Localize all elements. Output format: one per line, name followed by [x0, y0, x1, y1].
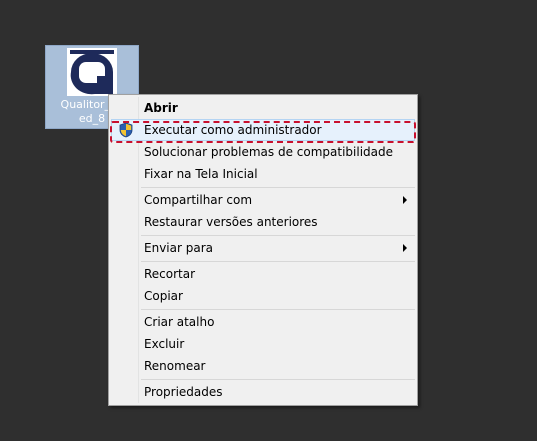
desktop: Qualitor_Ac ed_8 Abrir Executar como adm…	[0, 0, 537, 441]
menu-item-label: Propriedades	[144, 385, 223, 399]
qualitor-logo-icon	[67, 48, 117, 96]
menu-item-label: Criar atalho	[144, 315, 215, 329]
menu-separator	[141, 187, 415, 188]
menu-item-restaurar-versoes[interactable]: Restaurar versões anteriores	[111, 211, 415, 233]
menu-item-label: Fixar na Tela Inicial	[144, 167, 258, 181]
uac-shield-icon	[118, 122, 134, 138]
menu-item-abrir[interactable]: Abrir	[111, 97, 415, 119]
menu-item-label: Solucionar problemas de compatibilidade	[144, 145, 393, 159]
menu-separator	[141, 235, 415, 236]
submenu-arrow-icon	[403, 244, 407, 252]
menu-item-copiar[interactable]: Copiar	[111, 285, 415, 307]
menu-item-label: Renomear	[144, 359, 206, 373]
menu-item-executar-como-administrador[interactable]: Executar como administrador	[111, 119, 415, 141]
menu-item-label: Excluir	[144, 337, 185, 351]
menu-item-label: Executar como administrador	[144, 123, 322, 137]
menu-item-solucionar-problemas[interactable]: Solucionar problemas de compatibilidade	[111, 141, 415, 163]
menu-item-fixar-tela-inicial[interactable]: Fixar na Tela Inicial	[111, 163, 415, 185]
menu-item-label: Recortar	[144, 267, 196, 281]
menu-item-renomear[interactable]: Renomear	[111, 355, 415, 377]
menu-item-excluir[interactable]: Excluir	[111, 333, 415, 355]
menu-item-propriedades[interactable]: Propriedades	[111, 381, 415, 403]
menu-item-recortar[interactable]: Recortar	[111, 263, 415, 285]
menu-item-label: Abrir	[144, 101, 178, 115]
menu-item-compartilhar-com[interactable]: Compartilhar com	[111, 189, 415, 211]
menu-separator	[141, 261, 415, 262]
context-menu: Abrir Executar como administrador Soluci…	[108, 94, 418, 406]
menu-item-criar-atalho[interactable]: Criar atalho	[111, 311, 415, 333]
menu-item-label: Restaurar versões anteriores	[144, 215, 318, 229]
menu-separator	[141, 379, 415, 380]
menu-item-label: Compartilhar com	[144, 193, 253, 207]
menu-item-enviar-para[interactable]: Enviar para	[111, 237, 415, 259]
menu-item-label: Enviar para	[144, 241, 213, 255]
submenu-arrow-icon	[403, 196, 407, 204]
menu-item-label: Copiar	[144, 289, 183, 303]
menu-separator	[141, 309, 415, 310]
